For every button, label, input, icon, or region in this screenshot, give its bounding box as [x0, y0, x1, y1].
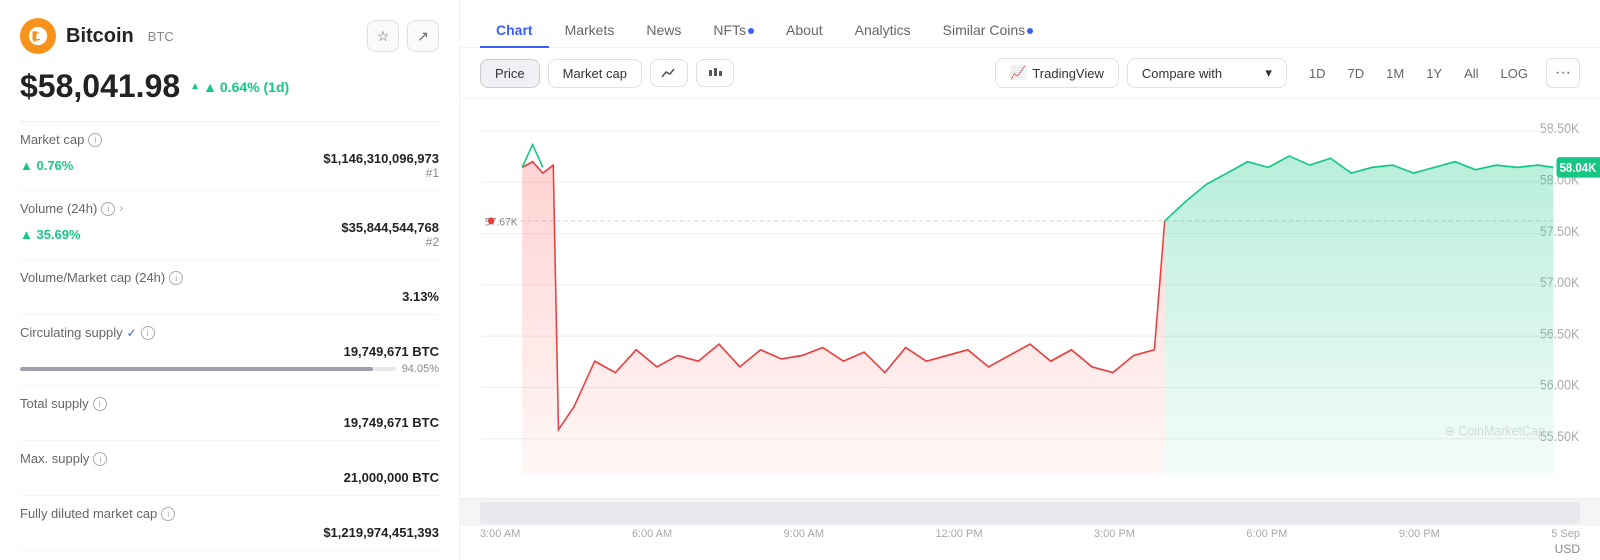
svg-text:⊕ CoinMarketCap: ⊕ CoinMarketCap	[1445, 423, 1545, 439]
circulating-supply-row: Circulating supply ✓ i 19,749,671 BTC 94…	[20, 315, 439, 386]
market-cap-rank: #1	[323, 166, 439, 180]
candlestick-icon[interactable]	[696, 59, 734, 87]
max-supply-label: Max. supply	[20, 451, 89, 466]
trading-view-icon: 📈	[1010, 65, 1026, 81]
stats-section: Market cap i ▲ 0.76% $1,146,310,096,973 …	[20, 121, 439, 551]
svg-text:58.50K: 58.50K	[1540, 121, 1580, 137]
more-options-button[interactable]: ···	[1546, 58, 1580, 88]
x-label-9am: 9:00 AM	[784, 528, 824, 540]
chart-controls: Price Market cap 📈 TradingView Compare w…	[460, 48, 1600, 99]
price-chart: 58.50K 58.00K 57.50K 57.00K 56.50K 56.00…	[460, 99, 1600, 498]
volume-rank: #2	[341, 235, 439, 249]
time-log[interactable]: LOG	[1491, 61, 1538, 86]
circulating-supply-info-icon[interactable]: i	[141, 326, 155, 340]
watchlist-button[interactable]: ☆	[367, 20, 399, 52]
volume-info-icon[interactable]: i	[101, 202, 115, 216]
market-cap-label: Market cap	[20, 132, 84, 147]
volume-value: $35,844,544,768	[341, 220, 439, 235]
time-1y[interactable]: 1Y	[1416, 61, 1452, 86]
vol-market-cap-info-icon[interactable]: i	[169, 271, 183, 285]
header-icons: ☆ ↗	[367, 20, 439, 52]
circulating-supply-pct: 94.05%	[402, 363, 439, 375]
x-label-3am: 3:00 AM	[480, 528, 520, 540]
total-supply-value: 19,749,671 BTC	[344, 415, 439, 430]
bitcoin-icon	[27, 25, 49, 47]
total-supply-row: Total supply i 19,749,671 BTC	[20, 386, 439, 441]
market-cap-info-icon[interactable]: i	[88, 133, 102, 147]
time-all[interactable]: All	[1454, 61, 1488, 86]
tab-about[interactable]: About	[770, 14, 839, 48]
vol-market-cap-label: Volume/Market cap (24h)	[20, 270, 165, 285]
price-row: $58,041.98 ▲ 0.64% (1d)	[20, 68, 439, 105]
chart-area: 58.50K 58.00K 57.50K 57.00K 56.50K 56.00…	[460, 99, 1600, 498]
left-panel: Bitcoin BTC ☆ ↗ $58,041.98 ▲ 0.64% (1d) …	[0, 0, 460, 560]
compare-with-button[interactable]: Compare with ▾	[1127, 58, 1287, 88]
circulating-supply-value: 19,749,671 BTC	[344, 344, 439, 359]
vol-market-cap-value: 3.13%	[402, 289, 439, 304]
coin-name: Bitcoin	[66, 25, 134, 48]
tab-news[interactable]: News	[630, 14, 697, 48]
volume-row: Volume (24h) i › ▲ 35.69% $35,844,544,76…	[20, 191, 439, 260]
time-buttons: 1D 7D 1M 1Y All LOG	[1299, 61, 1538, 86]
fdmc-row: Fully diluted market cap i $1,219,974,45…	[20, 496, 439, 551]
trading-view-button[interactable]: 📈 TradingView	[995, 58, 1119, 88]
market-cap-change: ▲ 0.76%	[20, 158, 73, 173]
coin-header: Bitcoin BTC ☆ ↗	[20, 18, 439, 54]
vol-market-cap-row: Volume/Market cap (24h) i 3.13%	[20, 260, 439, 315]
x-label-9pm: 9:00 PM	[1399, 528, 1440, 540]
coin-symbol: BTC	[148, 29, 174, 44]
coin-price: $58,041.98	[20, 68, 180, 105]
x-label-3pm: 3:00 PM	[1094, 528, 1135, 540]
market-cap-button[interactable]: Market cap	[548, 59, 642, 88]
max-supply-row: Max. supply i 21,000,000 BTC	[20, 441, 439, 496]
right-panel: Chart Markets News NFTs About Analytics …	[460, 0, 1600, 560]
circulating-supply-bar	[20, 367, 396, 371]
fdmc-value: $1,219,974,451,393	[323, 525, 439, 540]
line-chart-icon[interactable]	[650, 59, 688, 87]
tab-nfts[interactable]: NFTs	[697, 14, 770, 48]
market-cap-value: $1,146,310,096,973	[323, 151, 439, 166]
max-supply-info-icon[interactable]: i	[93, 452, 107, 466]
time-1d[interactable]: 1D	[1299, 61, 1336, 86]
tab-chart[interactable]: Chart	[480, 14, 549, 48]
max-supply-value: 21,000,000 BTC	[344, 470, 439, 485]
time-1m[interactable]: 1M	[1376, 61, 1414, 86]
x-label-6pm: 6:00 PM	[1246, 528, 1287, 540]
fdmc-label: Fully diluted market cap	[20, 506, 157, 521]
chevron-down-icon: ▾	[1265, 65, 1272, 81]
x-label-12pm: 12:00 PM	[935, 528, 982, 540]
volume-arrow[interactable]: ›	[119, 203, 123, 215]
x-label-6am: 6:00 AM	[632, 528, 672, 540]
chart-navigator[interactable]	[460, 498, 1600, 526]
x-axis-labels: 3:00 AM 6:00 AM 9:00 AM 12:00 PM 3:00 PM…	[460, 526, 1600, 542]
total-supply-label: Total supply	[20, 396, 89, 411]
currency-label: USD	[460, 542, 1600, 560]
bitcoin-logo	[20, 18, 56, 54]
total-supply-info-icon[interactable]: i	[93, 397, 107, 411]
circulating-supply-fill	[20, 367, 373, 371]
tab-analytics[interactable]: Analytics	[839, 14, 927, 48]
tab-similar-coins[interactable]: Similar Coins	[927, 14, 1049, 48]
price-change: ▲ 0.64% (1d)	[190, 79, 289, 95]
supply-check-icon: ✓	[127, 326, 137, 340]
share-button[interactable]: ↗	[407, 20, 439, 52]
circulating-supply-label: Circulating supply	[20, 325, 123, 340]
x-label-5sep: 5 Sep	[1551, 528, 1580, 540]
tab-markets[interactable]: Markets	[549, 14, 631, 48]
price-button[interactable]: Price	[480, 59, 540, 88]
market-cap-row: Market cap i ▲ 0.76% $1,146,310,096,973 …	[20, 122, 439, 191]
fdmc-info-icon[interactable]: i	[161, 507, 175, 521]
svg-text:58.04K: 58.04K	[1560, 160, 1597, 175]
volume-change: ▲ 35.69%	[20, 227, 81, 242]
volume-label: Volume (24h)	[20, 201, 97, 216]
time-7d[interactable]: 7D	[1338, 61, 1375, 86]
tabs-bar: Chart Markets News NFTs About Analytics …	[460, 0, 1600, 48]
